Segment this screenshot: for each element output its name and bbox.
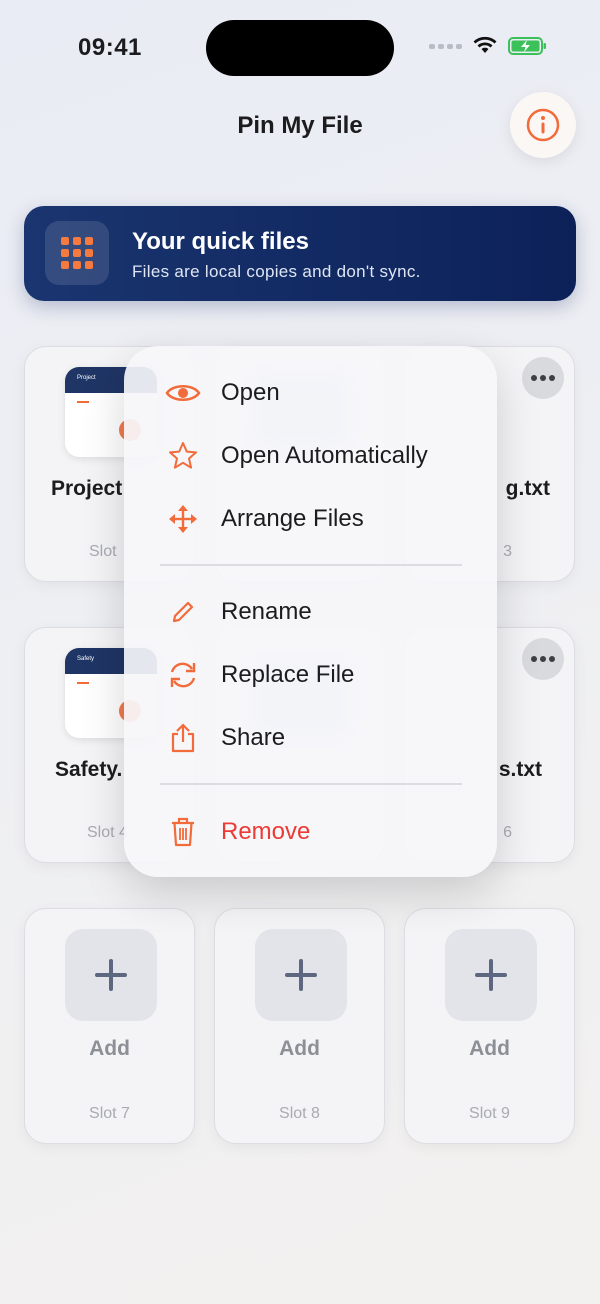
status-indicators [429, 36, 548, 56]
quick-files-banner: Your quick files Files are local copies … [24, 206, 576, 301]
slot-label: Slot 7 [89, 1105, 130, 1122]
menu-item-label: Open Automatically [221, 442, 428, 469]
file-name: g.txt [505, 477, 550, 500]
battery-charging-icon [508, 37, 546, 55]
menu-item-rename[interactable]: Rename [124, 584, 497, 640]
menu-item-replace-file[interactable]: Replace File [124, 647, 497, 703]
info-button[interactable] [510, 92, 576, 158]
menu-item-label: Remove [221, 818, 311, 845]
add-file-button[interactable] [445, 929, 537, 1021]
plus-icon [95, 959, 127, 991]
slot-label: Slot 9 [469, 1105, 510, 1122]
add-label: Add [89, 1037, 130, 1060]
add-label: Add [469, 1037, 510, 1060]
slot-label: 3 [503, 543, 512, 560]
add-file-button[interactable] [65, 929, 157, 1021]
menu-item-open-automatically[interactable]: Open Automatically [124, 428, 497, 484]
info-icon [526, 108, 560, 142]
menu-item-arrange-files[interactable]: Arrange Files [124, 491, 497, 547]
add-file-button[interactable] [255, 929, 347, 1021]
file-name: s.txt [498, 758, 542, 781]
slot-label: Slot 8 [279, 1105, 320, 1122]
menu-divider [160, 783, 462, 785]
empty-slot-8[interactable]: Add Slot 8 [214, 908, 385, 1144]
pencil-icon [164, 593, 202, 631]
plus-icon [285, 959, 317, 991]
grid-icon [45, 221, 109, 285]
menu-item-label: Rename [221, 598, 312, 625]
dynamic-island [206, 20, 394, 76]
menu-item-remove[interactable]: Remove [124, 804, 497, 860]
wifi-icon [473, 36, 497, 53]
menu-item-open[interactable]: Open [124, 365, 497, 421]
empty-slot-9[interactable]: Add Slot 9 [404, 908, 575, 1144]
status-time: 09:41 [78, 34, 142, 61]
banner-subtitle: Files are local copies and don't sync. [132, 262, 421, 281]
add-label: Add [279, 1037, 320, 1060]
plus-icon [475, 959, 507, 991]
menu-item-label: Share [221, 724, 286, 751]
more-options-button[interactable] [522, 638, 564, 680]
menu-item-label: Open [221, 379, 280, 406]
empty-slot-7[interactable]: Add Slot 7 [24, 908, 195, 1144]
menu-item-label: Arrange Files [221, 505, 364, 532]
star-icon [164, 437, 202, 475]
context-menu: Open Open Automatically Arrange Files Re… [124, 346, 497, 877]
move-arrows-icon [164, 500, 202, 538]
slot-label: 6 [503, 824, 512, 841]
replace-icon [164, 656, 202, 694]
menu-item-label: Replace File [221, 661, 355, 688]
trash-icon [164, 813, 202, 851]
banner-title: Your quick files [132, 228, 309, 255]
menu-divider [160, 564, 462, 566]
more-options-button[interactable] [522, 357, 564, 399]
menu-item-share[interactable]: Share [124, 710, 497, 766]
eye-icon [164, 374, 202, 412]
cellular-signal-icon [429, 43, 462, 49]
share-icon [164, 719, 202, 757]
